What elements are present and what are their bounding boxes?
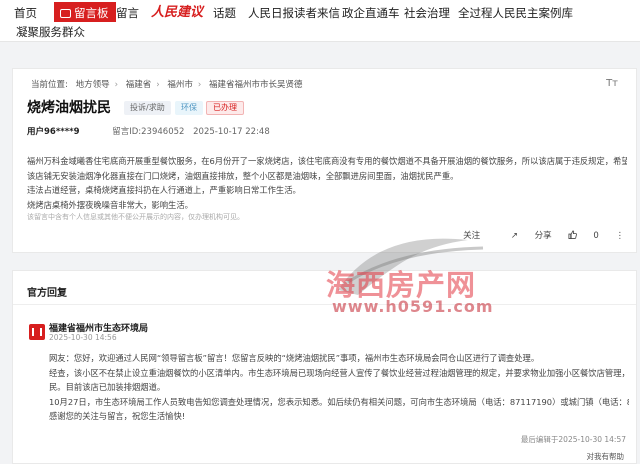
official-reply-card: 官方回复 福建省福州市生态环境局 2025-10-30 14:56 网友：您好，… [12, 270, 637, 464]
message-card: 当前位置: 地方领导 › 福建省 › 福州市 › 福建省福州市市长吴贤德 Tт 烧烤油… [12, 68, 637, 253]
nav-gov-enterprise[interactable]: 政企直通车 [342, 5, 400, 21]
breadcrumb-separator-icon: › [197, 80, 202, 90]
nav-message-board[interactable]: 留言板 [54, 2, 116, 22]
more-icon[interactable]: ⋮ [616, 231, 625, 241]
nav-topics[interactable]: 话题 [213, 5, 236, 21]
share-button[interactable]: ↗ 分享 [497, 229, 552, 241]
category-tag: 投诉/求助 [124, 101, 171, 115]
content-paragraph: 违法占道经营，桌椅烧烤直接抖扔在人行通道上，严重影响日常工作生活。 [27, 185, 301, 195]
government-building-icon [29, 324, 45, 340]
domain-tag: 环保 [175, 101, 203, 115]
helpful-button[interactable]: 对我有帮助 [587, 451, 625, 462]
breadcrumb-item[interactable]: 福建省 [126, 80, 152, 90]
reply-content: 网友：您好，欢迎通过人民网“领导留言板”留言！您留言反映的“烧烤油烟扰民”事项，… [49, 351, 629, 424]
thumbs-up-icon [568, 230, 578, 239]
user-name: 用户96****9 [27, 127, 80, 137]
nav-readers-letters[interactable]: 人民日报读者来信 [248, 5, 340, 21]
reply-paragraph: 民。目前该店已加装排烟烟道。 [49, 382, 166, 392]
message-content: 福州万科金域曦香住宅底商开展重型餐饮服务，在6月份开了一家烧烤店，该住宅底商没有… [27, 154, 627, 212]
nav-people-suggestion[interactable]: 人民建议 [151, 1, 203, 21]
reply-time: 2025-10-30 14:56 [49, 333, 117, 342]
font-size-icon[interactable]: Tт [606, 78, 618, 89]
content-paragraph: 福州万科金域曦香住宅底商开展重型餐饮服务，在6月份开了一家烧烤店，该住宅底商没有… [27, 156, 627, 166]
reply-paragraph: 10月27日，市生态环境局工作人员致电告知您调查处理情况，您表示知悉。如后续仍有… [49, 396, 629, 407]
last-edited: 最后编辑于2025-10-30 14:57 [520, 435, 626, 444]
message-id: 留言ID:23946052 [112, 127, 185, 137]
section-title: 官方回复 [27, 288, 67, 299]
top-nav: 首页 留言板 留言 人民建议 话题 人民日报读者来信 政企直通车 社会治理 全过… [0, 0, 640, 42]
message-meta: 用户96****9 留言ID:23946052 2025-10-17 22:48 [27, 125, 270, 137]
share-icon: ↗ [510, 231, 518, 241]
reply-paragraph: 网友：您好，欢迎通过人民网“领导留言板”留言！您留言反映的“烧烤油烟扰民”事项，… [49, 353, 540, 363]
like-button[interactable]: 0 [568, 230, 599, 241]
content-paragraph: 烧烤店桌椅外摆夜晚噪音非常大，影响生活。 [27, 199, 193, 210]
message-actions: 关注 ↗ 分享 0 ⋮ [449, 229, 624, 241]
content-paragraph: 该店铺无安装油烟净化器直接在门口烧烤，油烟直接排放，整个小区都是油烟味，全部飘进… [27, 170, 459, 181]
breadcrumb-item[interactable]: 地方领导 [76, 80, 110, 90]
nav-social-governance[interactable]: 社会治理 [404, 5, 450, 21]
breadcrumb-item[interactable]: 福建省福州市市长吴贤德 [209, 80, 303, 90]
reply-paragraph: 经查，该小区不在禁止设立重油烟餐饮的小区清单内。市生态环境局已现场向经营人宣传了… [49, 367, 629, 378]
breadcrumb-separator-icon: › [114, 80, 118, 90]
status-badge: 已办理 [206, 101, 244, 115]
follow-button[interactable]: 关注 [463, 229, 480, 241]
breadcrumb: 当前位置: 地方领导 › 福建省 › 福州市 › 福建省福州市市长吴贤德 [31, 80, 303, 90]
nav-home[interactable]: 首页 [14, 5, 37, 21]
watermark-url: www.h0591.com [332, 297, 494, 316]
like-count: 0 [593, 231, 599, 241]
reply-paragraph: 感谢您的关注与留言，祝您生活愉快! [49, 411, 186, 421]
message-board-icon [60, 9, 71, 18]
privacy-notice: 该留言中含有个人信息或其他不便公开展示的内容，仅办理机构可见。 [27, 213, 244, 221]
page-title: 烧烤油烟扰民 [27, 100, 111, 116]
nav-serve-people[interactable]: 凝聚服务群众 [16, 24, 85, 40]
message-time: 2025-10-17 22:48 [193, 127, 270, 137]
nav-democracy-cases[interactable]: 全过程人民民主案例库 [458, 5, 573, 21]
breadcrumb-item[interactable]: 福州市 [167, 80, 193, 90]
breadcrumb-separator-icon: › [156, 80, 160, 90]
nav-leave-message[interactable]: 留言 [116, 5, 139, 21]
divider [13, 304, 636, 305]
